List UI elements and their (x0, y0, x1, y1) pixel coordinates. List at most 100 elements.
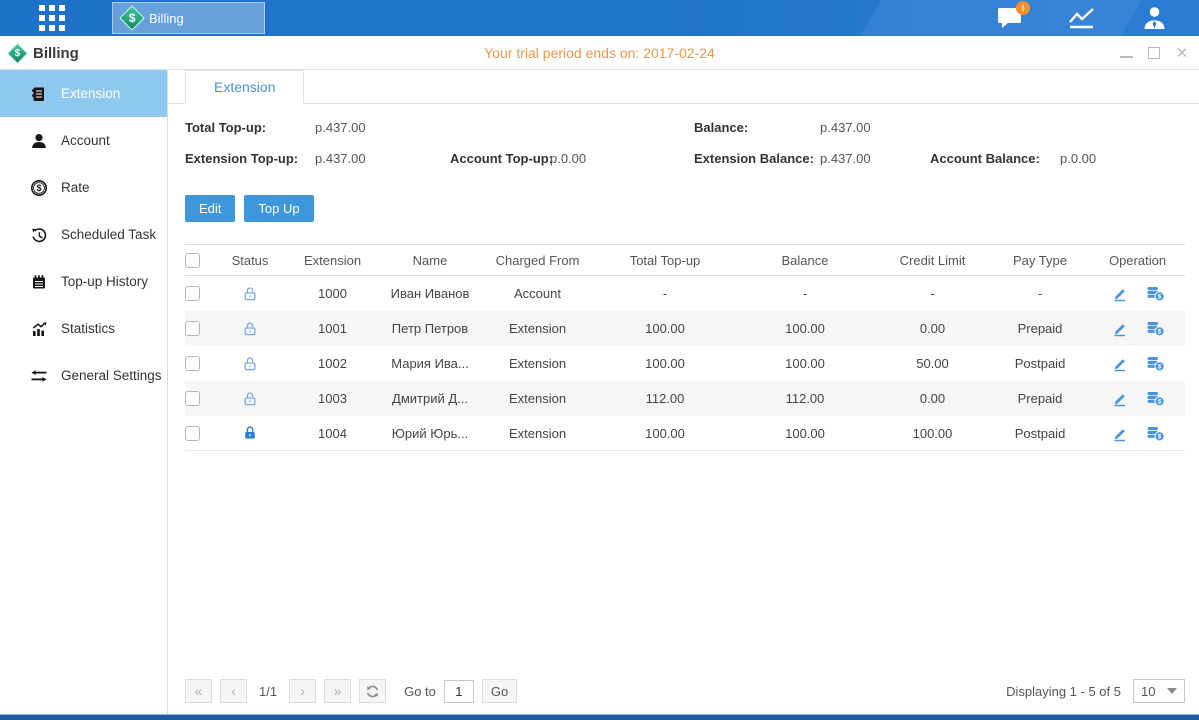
svg-text:$: $ (36, 183, 41, 193)
cell-balance: - (735, 286, 875, 301)
top-up-row-icon[interactable]: $ (1146, 390, 1165, 407)
row-checkbox[interactable] (185, 356, 200, 371)
column-header-balance: Balance (735, 253, 875, 268)
window-bottom-bar (0, 714, 1199, 720)
close-button[interactable]: ✕ (1175, 46, 1189, 60)
balance-value: p.437.00 (820, 120, 871, 135)
window-title: Billing (33, 45, 79, 62)
tab-strip: Extension (168, 70, 1199, 104)
next-page-button[interactable]: › (289, 679, 316, 703)
lock-status-icon (242, 391, 258, 407)
edit-row-icon[interactable] (1111, 320, 1128, 337)
last-page-button[interactable]: » (324, 679, 351, 703)
table-row: 1004 Юрий Юрь... Extension 100.00 100.00… (185, 416, 1185, 451)
page-size-select[interactable]: 10 (1133, 679, 1185, 703)
performance-icon (1067, 6, 1097, 31)
top-up-row-icon[interactable]: $ (1146, 425, 1165, 442)
goto-page-input[interactable] (444, 680, 474, 703)
tab-extension[interactable]: Extension (185, 70, 304, 104)
chat-button[interactable]: ! (993, 3, 1027, 33)
billing-app-icon: $ (119, 5, 144, 30)
sidebar-item-topup-history[interactable]: Top-up History (0, 258, 167, 305)
sidebar-item-label: Account (61, 133, 110, 148)
account-topup-value: p.0.00 (550, 151, 586, 166)
lock-status-icon (242, 425, 258, 441)
app-grid-button[interactable] (30, 2, 74, 34)
sidebar-item-account[interactable]: Account (0, 117, 167, 164)
table-header-row: Status Extension Name Charged From Total… (185, 244, 1185, 276)
cell-extension: 1003 (285, 391, 380, 406)
performance-button[interactable] (1065, 3, 1099, 33)
first-page-button[interactable]: « (185, 679, 212, 703)
cell-credit-limit: 0.00 (875, 321, 990, 336)
app-grid-icon (35, 1, 69, 35)
row-checkbox[interactable] (185, 321, 200, 336)
row-checkbox[interactable] (185, 286, 200, 301)
top-up-button[interactable]: Top Up (244, 195, 313, 222)
cell-total-topup: 100.00 (595, 321, 735, 336)
cell-name: Мария Ива... (380, 356, 480, 371)
top-up-row-icon[interactable]: $ (1146, 285, 1165, 302)
row-checkbox[interactable] (185, 391, 200, 406)
table-row: 1002 Мария Ива... Extension 100.00 100.0… (185, 346, 1185, 381)
svg-text:$: $ (1157, 364, 1161, 371)
go-button[interactable]: Go (482, 679, 517, 703)
edit-row-icon[interactable] (1111, 355, 1128, 372)
cell-charged-from: Extension (480, 356, 595, 371)
svg-text:$: $ (1157, 399, 1161, 406)
maximize-button[interactable] (1147, 46, 1161, 60)
balance-label: Balance: (694, 120, 748, 135)
cell-extension: 1004 (285, 426, 380, 441)
cell-charged-from: Account (480, 286, 595, 301)
refresh-button[interactable] (359, 679, 386, 703)
account-balance-label: Account Balance: (930, 151, 1040, 166)
cell-pay-type: - (990, 286, 1090, 301)
tab-label: Extension (214, 79, 275, 95)
row-checkbox[interactable] (185, 426, 200, 441)
prev-page-button[interactable]: ‹ (220, 679, 247, 703)
table-body: 1000 Иван Иванов Account - - - - $ (185, 276, 1185, 451)
cell-balance: 100.00 (735, 321, 875, 336)
edit-row-icon[interactable] (1111, 425, 1128, 442)
extension-topup-label: Extension Top-up: (185, 151, 298, 166)
sidebar-item-extension[interactable]: Extension (0, 70, 167, 117)
top-up-row-icon[interactable]: $ (1146, 320, 1165, 337)
sidebar-item-rate[interactable]: $ Rate (0, 164, 167, 211)
sidebar-item-statistics[interactable]: Statistics (0, 305, 167, 352)
cell-charged-from: Extension (480, 321, 595, 336)
cell-total-topup: - (595, 286, 735, 301)
rate-icon: $ (30, 179, 48, 197)
taskbar-right-icons: ! (993, 0, 1171, 36)
svg-text:$: $ (1157, 329, 1161, 336)
user-button[interactable] (1137, 3, 1171, 33)
cell-pay-type: Postpaid (990, 426, 1090, 441)
column-header-charged-from: Charged From (480, 253, 595, 268)
main-content: Extension Total Top-up: p.437.00 Balance… (168, 70, 1199, 714)
summary-panel: Total Top-up: p.437.00 Balance: p.437.00… (168, 104, 1199, 194)
topup-history-icon (30, 273, 48, 291)
svg-text:$: $ (1157, 433, 1161, 440)
top-up-row-icon[interactable]: $ (1146, 355, 1165, 372)
edit-row-icon[interactable] (1111, 285, 1128, 302)
svg-text:$: $ (1157, 294, 1161, 301)
account-balance-value: p.0.00 (1060, 151, 1096, 166)
cell-total-topup: 112.00 (595, 391, 735, 406)
pagination-summary: Displaying 1 - 5 of 5 10 (1006, 679, 1185, 703)
refresh-icon (365, 684, 380, 699)
edit-button[interactable]: Edit (185, 195, 235, 222)
window-header: $ Billing Your trial period ends on: 201… (0, 36, 1199, 70)
window-title-group: $ Billing (10, 36, 79, 70)
taskbar-app-tab-billing[interactable]: $ Billing (112, 2, 265, 34)
edit-row-icon[interactable] (1111, 390, 1128, 407)
cell-balance: 100.00 (735, 426, 875, 441)
general-settings-icon (30, 367, 48, 385)
minimize-button[interactable] (1119, 46, 1133, 60)
extension-topup-value: p.437.00 (315, 151, 366, 166)
cell-extension: 1002 (285, 356, 380, 371)
select-all-checkbox[interactable] (185, 253, 200, 268)
goto-label: Go to (404, 684, 436, 699)
billing-window-icon: $ (7, 42, 28, 63)
pagination-bar: « ‹ 1/1 › » Go to Go Displayi (185, 678, 1185, 704)
sidebar-item-general-settings[interactable]: General Settings (0, 352, 167, 399)
sidebar-item-scheduled-task[interactable]: Scheduled Task (0, 211, 167, 258)
